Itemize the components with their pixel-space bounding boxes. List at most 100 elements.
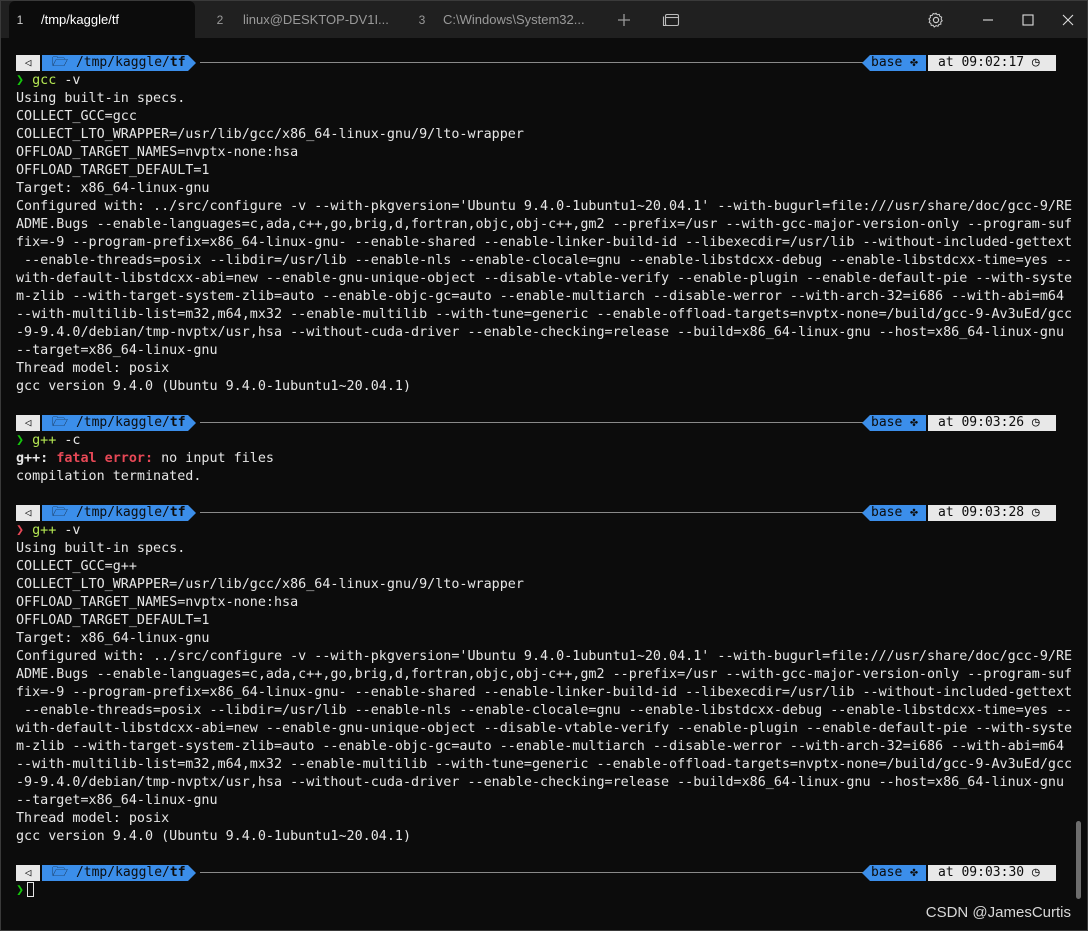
path-prefix: /tmp/kaggle/ [75,505,170,520]
tab-2[interactable]: 2 linux@DESKTOP-DV1I... [209,1,399,38]
error-label: fatal error: [56,451,154,466]
plus-icon [618,13,630,26]
conda-env: base ✤ [870,415,926,431]
tab-3[interactable]: 3 C:\Windows\System32... [411,1,601,38]
tab-1[interactable]: 1 /tmp/kaggle/tf [9,1,195,38]
command-line: ❯ gcc -v [16,72,1076,90]
arrow-cap [862,505,870,521]
conda-env: base ✤ [870,55,926,71]
output-line: Using built-in specs. [16,541,186,556]
error-line: g++: fatal error: no input files [16,450,1076,468]
dropdown-button[interactable] [655,1,687,38]
output-line: with-default-libstdcxx-abi=new --enable-… [16,721,1073,736]
time-segment: at 09:03:30 ◷ [928,865,1056,881]
output-line: fix=-9 --program-prefix=x86_64-linux-gnu… [16,685,1073,700]
tab-title: linux@DESKTOP-DV1I... [243,12,389,27]
command-args: -v [56,73,81,88]
arrow-cap [862,415,870,431]
maximize-button[interactable] [1009,1,1047,38]
command-name: gcc [32,73,57,88]
tab-number: 1 [16,12,24,27]
output-line: fix=-9 --program-prefix=x86_64-linux-gnu… [16,235,1073,250]
env-name: base [871,505,903,520]
prompt-rule [200,422,866,423]
path-last: tf [169,415,186,430]
output-line: COLLECT_GCC=gcc [16,109,137,124]
output-block-3: Using built-in specs. COLLECT_GCC=g++ CO… [16,540,1076,846]
env-name: base [871,865,903,880]
output-line: --target=x86_64-linux-gnu [16,343,218,358]
time-segment: at 09:03:26 ◷ [928,415,1056,431]
time-segment: at 09:02:17 ◷ [928,55,1056,71]
text-cursor [27,882,35,897]
path-last: tf [169,55,186,70]
output-line: m-zlib --with-target-system-zlib=auto --… [16,739,1065,754]
path-segment: 🗁 /tmp/kaggle/tf [42,505,188,521]
arrow-cap [188,505,196,521]
time-text: at 09:03:26 [938,415,1025,430]
arrow-cap [862,865,870,881]
os-icon: ◁ [16,415,40,431]
command-args: -v [56,523,81,538]
gear-icon [928,11,943,28]
output-line: ADME.Bugs --enable-languages=c,ada,c++,g… [16,217,1073,232]
error-message: no input files [153,451,274,466]
prompt-chevron-icon: ❯ [16,433,25,448]
output-line: m-zlib --with-target-system-zlib=auto --… [16,289,1065,304]
prompt-rule [200,872,866,873]
command-args: -c [56,433,81,448]
tab-number: 2 [216,12,224,27]
conda-env: base ✤ [870,505,926,521]
time-text: at 09:02:17 [938,55,1025,70]
output-line: Target: x86_64-linux-gnu [16,631,210,646]
output-line: --enable-threads=posix --libdir=/usr/lib… [16,703,1073,718]
close-icon [1062,14,1074,25]
output-line: compilation terminated. [16,469,202,484]
output-line: COLLECT_LTO_WRAPPER=/usr/lib/gcc/x86_64-… [16,127,524,142]
prompt-bar: ◁ 🗁 /tmp/kaggle/tf base ✤ at 09:02:17 ◷ [16,54,1056,72]
path-segment: 🗁 /tmp/kaggle/tf [42,55,188,71]
arrow-cap [188,55,196,71]
tab-number: 3 [418,12,426,27]
prompt-chevron-icon: ❯ [16,523,25,538]
close-button[interactable] [1049,1,1087,38]
prompt-chevron-icon: ❯ [16,883,25,898]
output-line: --with-multilib-list=m32,m64,mx32 --enab… [16,307,1073,322]
minimize-button[interactable] [969,1,1007,38]
output-line: OFFLOAD_TARGET_NAMES=nvptx-none:hsa [16,595,299,610]
output-line: Thread model: posix [16,361,170,376]
settings-button[interactable] [919,1,953,38]
output-block-1: Using built-in specs. COLLECT_GCC=gcc CO… [16,90,1076,396]
output-line: Thread model: posix [16,811,170,826]
command-line: ❯ g++ -v [16,522,1076,540]
arrow-cap [188,415,196,431]
path-last: tf [169,505,186,520]
output-line: Using built-in specs. [16,91,186,106]
output-line: COLLECT_LTO_WRAPPER=/usr/lib/gcc/x86_64-… [16,577,524,592]
env-name: base [871,415,903,430]
output-line: --enable-threads=posix --libdir=/usr/lib… [16,253,1073,268]
window-menu-icon [662,13,680,27]
path-prefix: /tmp/kaggle/ [75,865,170,880]
tab-bar: 1 /tmp/kaggle/tf 2 linux@DESKTOP-DV1I...… [1,1,1087,38]
command-line[interactable]: ❯ [16,882,1076,900]
output-line: Target: x86_64-linux-gnu [16,181,210,196]
prompt-rule [200,512,866,513]
command-name: g++ [32,433,57,448]
command-line: ❯ g++ -c [16,432,1076,450]
output-block-2: g++: fatal error: no input files compila… [16,450,1076,486]
path-prefix: /tmp/kaggle/ [75,55,170,70]
output-line: COLLECT_GCC=g++ [16,559,137,574]
path-segment: 🗁 /tmp/kaggle/tf [42,865,188,881]
scrollbar-thumb[interactable] [1076,821,1081,899]
new-tab-button[interactable] [609,1,639,38]
terminal-output[interactable]: ◁ 🗁 /tmp/kaggle/tf base ✤ at 09:02:17 ◷ … [16,54,1076,900]
terminal-window: 1 /tmp/kaggle/tf 2 linux@DESKTOP-DV1I...… [0,0,1088,931]
tab-title: /tmp/kaggle/tf [41,12,120,27]
watermark: CSDN @JamesCurtis [925,904,1071,921]
output-line: OFFLOAD_TARGET_NAMES=nvptx-none:hsa [16,145,299,160]
output-line: OFFLOAD_TARGET_DEFAULT=1 [16,613,210,628]
output-line: Configured with: ../src/configure -v --w… [16,649,1073,664]
prompt-rule [200,62,866,63]
output-line: Configured with: ../src/configure -v --w… [16,199,1073,214]
